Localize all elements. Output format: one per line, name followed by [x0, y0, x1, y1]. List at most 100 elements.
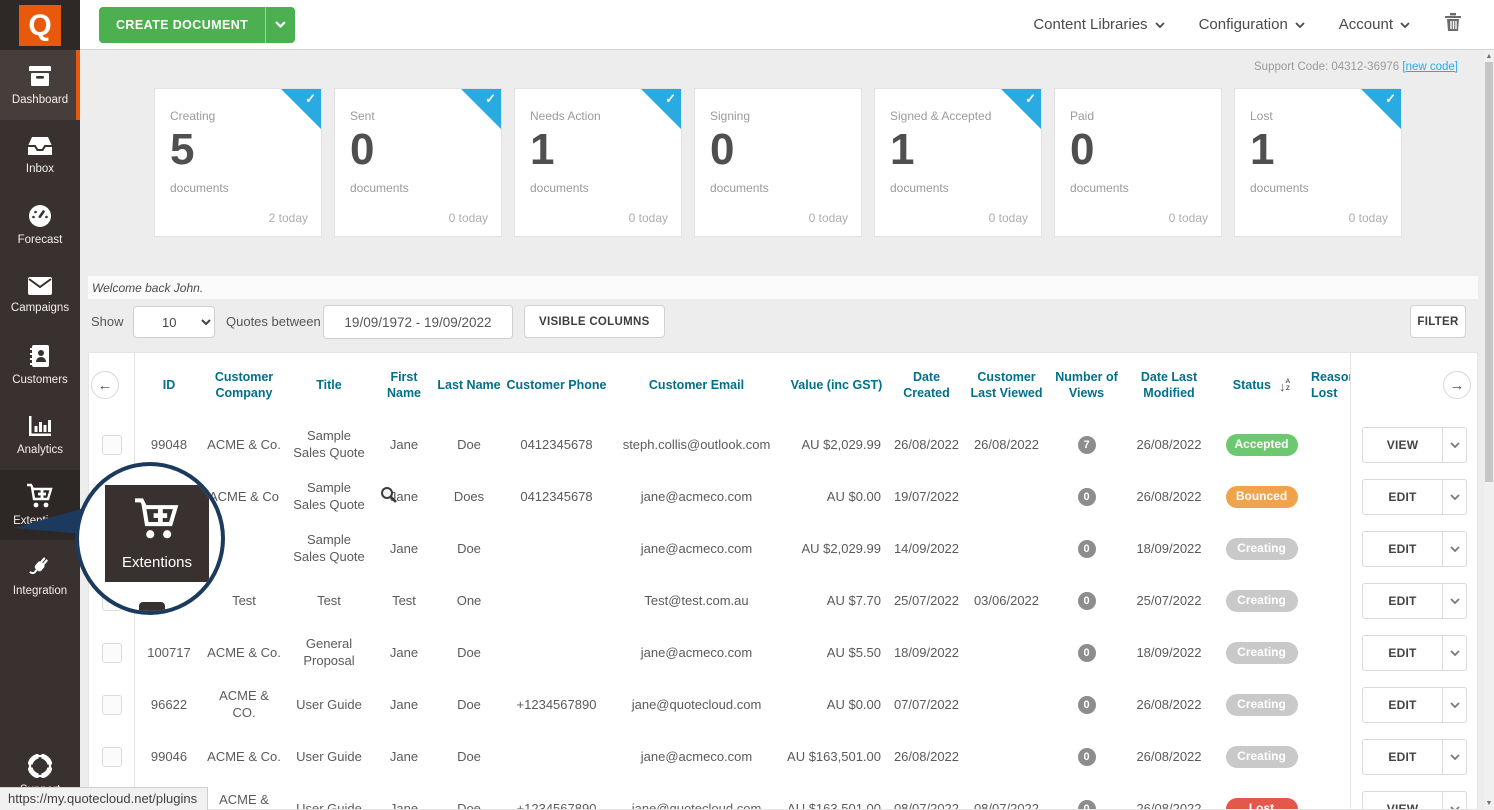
quotecloud-logo[interactable]: Q [19, 5, 61, 46]
scroll-columns-left-button[interactable]: ← [91, 371, 119, 399]
welcome-message: Welcome back John. [88, 276, 1478, 299]
sidebar: Q Dashboard Inbox Forecast [0, 0, 80, 810]
cell-text: +1234567890 [517, 801, 597, 810]
view-button[interactable]: VIEW [1362, 427, 1467, 463]
column-header[interactable]: ID [134, 353, 204, 419]
menu-content-libraries[interactable]: Content Libraries [1033, 16, 1164, 33]
column-header[interactable]: Number of Views [1049, 353, 1124, 419]
cell-text: 26/08/2022 [1136, 697, 1201, 714]
chevron-down-icon[interactable] [1442, 688, 1466, 722]
chevron-down-icon[interactable] [1442, 584, 1466, 618]
edit-button[interactable]: EDIT [1362, 635, 1467, 671]
menu-configuration[interactable]: Configuration [1199, 16, 1305, 33]
edit-button[interactable]: EDIT [1362, 531, 1467, 567]
card-title: Creating [170, 109, 215, 123]
visible-columns-button[interactable]: VISIBLE COLUMNS [524, 305, 665, 338]
row-checkbox[interactable] [102, 747, 122, 767]
cell-last: Doe [434, 627, 504, 679]
cell-status: Creating [1214, 679, 1309, 731]
chevron-down-icon[interactable] [1442, 740, 1466, 774]
card-today: 0 today [629, 211, 668, 225]
cell-text: 26/08/2022 [1136, 749, 1201, 766]
cell-text: Jane [390, 697, 418, 714]
sidebar-item-campaigns[interactable]: Campaigns [0, 260, 80, 330]
cell-text: Jane [390, 749, 418, 766]
cell-first: Jane [374, 627, 434, 679]
column-header[interactable]: First Name [374, 353, 434, 419]
status-card[interactable]: Paid0documents0 today [1054, 88, 1222, 237]
status-card[interactable]: Creating5documents2 today✓ [154, 88, 322, 237]
scrollbar-down-arrow[interactable]: ▼ [1484, 800, 1494, 807]
status-card[interactable]: Signed & Accepted1documents0 today✓ [874, 88, 1042, 237]
row-checkbox[interactable] [102, 643, 122, 663]
cell-text: User Guide [296, 749, 362, 766]
cell-title: Sample Sales Quote [284, 471, 374, 523]
column-header[interactable]: Customer Email [609, 353, 784, 419]
column-header[interactable]: Date Created [889, 353, 964, 419]
scrollbar-thumb[interactable] [1485, 62, 1493, 482]
sidebar-item-integration[interactable]: Integration [0, 540, 80, 610]
column-header[interactable]: Customer Last Viewed [964, 353, 1049, 419]
cell-status: Bounced [1214, 471, 1309, 523]
cell-text: jane@quotecloud.com [632, 801, 762, 810]
status-card[interactable]: Sent0documents0 today✓ [334, 88, 502, 237]
chevron-down-icon[interactable] [1442, 480, 1466, 514]
column-header[interactable]: Date Last Modified [1124, 353, 1214, 419]
row-checkbox[interactable] [102, 695, 122, 715]
column-header[interactable]: Last Name [434, 353, 504, 419]
cell-reason [1309, 523, 1350, 575]
action-button-label: EDIT [1363, 740, 1442, 774]
edit-button[interactable]: EDIT [1362, 479, 1467, 515]
cell-created: 14/09/2022 [889, 523, 964, 575]
page-scrollbar[interactable]: ▲ ▼ [1484, 50, 1494, 810]
column-header[interactable]: Customer Phone [504, 353, 609, 419]
column-header[interactable]: Title [284, 353, 374, 419]
scrollbar-up-arrow[interactable]: ▲ [1484, 53, 1494, 60]
status-card[interactable]: Needs Action1documents0 today✓ [514, 88, 682, 237]
scroll-columns-right-button[interactable]: → [1443, 371, 1471, 399]
action-button-label: VIEW [1363, 428, 1442, 462]
date-range-input[interactable] [323, 305, 513, 339]
chevron-down-icon[interactable] [1442, 428, 1466, 462]
sidebar-item-analytics[interactable]: Analytics [0, 400, 80, 470]
sidebar-item-forecast[interactable]: Forecast [0, 190, 80, 260]
cell-reason [1309, 471, 1350, 523]
support-code-line: Support Code: 04312-36976 [new code] [1254, 61, 1458, 73]
edit-button[interactable]: EDIT [1362, 687, 1467, 723]
column-header[interactable]: Customer Company [204, 353, 284, 419]
column-header[interactable]: Value (inc GST) [784, 353, 889, 419]
sidebar-item-dashboard[interactable]: Dashboard [0, 50, 80, 120]
edit-button[interactable]: EDIT [1362, 583, 1467, 619]
edit-button[interactable]: EDIT [1362, 739, 1467, 775]
column-header[interactable]: Status↓AZ [1214, 353, 1309, 419]
row-checkbox[interactable] [102, 435, 122, 455]
card-unit: documents [890, 181, 949, 195]
cell-company: Test [204, 575, 284, 627]
chevron-down-icon[interactable] [1442, 636, 1466, 670]
status-badge: Creating [1226, 642, 1298, 664]
view-button[interactable]: VIEW [1362, 791, 1467, 810]
column-header[interactable]: Reason Lost [1309, 353, 1350, 419]
sort-az-icon[interactable]: ↓AZ [1279, 379, 1290, 393]
cell-text: ACME & Co. [207, 437, 281, 454]
status-card[interactable]: Lost1documents0 today✓ [1234, 88, 1402, 237]
chevron-down-icon[interactable] [1442, 792, 1466, 810]
cell-created: 08/07/2022 [889, 783, 964, 810]
sidebar-item-customers[interactable]: Customers [0, 330, 80, 400]
status-card[interactable]: Signing0documents0 today [694, 88, 862, 237]
create-document-button[interactable]: CREATE DOCUMENT [99, 7, 295, 43]
card-unit: documents [170, 181, 229, 195]
sidebar-item-inbox[interactable]: Inbox [0, 120, 80, 190]
cell-text: 26/08/2022 [1136, 437, 1201, 454]
menu-account[interactable]: Account [1339, 16, 1410, 33]
new-code-link[interactable]: [new code] [1402, 61, 1458, 73]
chevron-down-icon[interactable] [265, 7, 295, 43]
column-header-label: Number of Views [1051, 370, 1122, 401]
trash-icon[interactable] [1444, 12, 1462, 37]
menu-label: Content Libraries [1033, 16, 1147, 33]
loupe-partial-icon [139, 602, 165, 615]
show-page-size-select[interactable]: 10 [133, 306, 215, 338]
table-body: 99048ACME & Co.Sample Sales QuoteJaneDoe… [89, 419, 1350, 810]
filter-button[interactable]: FILTER [1410, 305, 1466, 338]
chevron-down-icon[interactable] [1442, 532, 1466, 566]
